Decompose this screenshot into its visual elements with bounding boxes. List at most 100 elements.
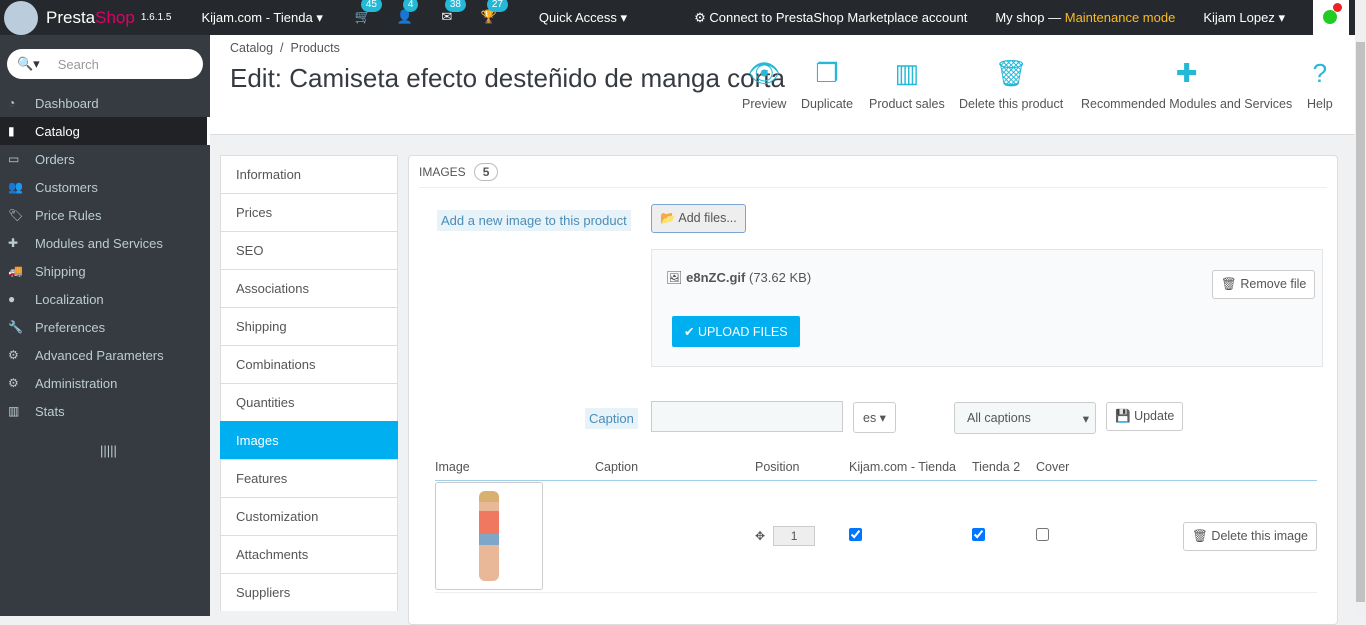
save-icon: 💾 <box>1115 409 1131 423</box>
tab-customization[interactable]: Customization <box>220 497 398 535</box>
sidebar-item-customers[interactable]: 👥 Customers <box>0 173 210 201</box>
cart-icon[interactable]: 🛒 45 <box>353 0 382 27</box>
tab-prices[interactable]: Prices <box>220 193 398 231</box>
update-button[interactable]: 💾 Update <box>1106 402 1184 431</box>
caret-icon: ▾ <box>1082 412 1089 426</box>
search-icon[interactable]: 🔍▾ <box>17 56 40 72</box>
shop-selector[interactable]: Kijam.com - Tienda ▾ <box>201 10 322 26</box>
quick-access-label: Quick Access <box>538 9 617 25</box>
cover-checkbox[interactable] <box>1036 528 1049 541</box>
trophy-icon[interactable]: 🏆 27 <box>479 0 508 27</box>
breadcrumb: Catalog / Products <box>230 41 340 55</box>
caption-input[interactable] <box>651 401 843 432</box>
sidebar-item-preferences[interactable]: 🔧 Preferences <box>0 313 210 341</box>
tab-images[interactable]: Images <box>220 421 398 459</box>
captions-select-value: All captions <box>967 411 1031 425</box>
sidebar-item-orders[interactable]: ▭ Orders <box>0 145 210 173</box>
orders-badge: 45 <box>360 0 382 12</box>
sidebar: 🔍▾ Search ◔ Dashboard ▮ Catalog ▭ Orders 👥 Custo… <box>0 35 210 616</box>
avatar[interactable] <box>1313 0 1349 35</box>
user-menu[interactable]: Kijam Lopez ▾ <box>1203 10 1285 26</box>
folder-icon: 📂 <box>660 211 676 225</box>
search-input[interactable]: 🔍▾ Search <box>7 49 203 79</box>
sidebar-item-advanced-parameters[interactable]: ⚙ Advanced Parameters <box>0 341 210 369</box>
sidebar-item-label: Catalog <box>35 123 80 139</box>
language-select[interactable]: es ▾ <box>853 402 896 433</box>
col-shop2: Tienda 2 <box>972 454 1036 481</box>
tab-combinations[interactable]: Combinations <box>220 345 398 383</box>
delete-image-button[interactable]: 🗑 Delete this image <box>1183 521 1317 551</box>
recommended-modules-button[interactable]: ✚ Recommended Modules and Services <box>1081 59 1292 111</box>
sidebar-item-stats[interactable]: ▥ Stats <box>0 397 210 425</box>
sidebar-item-shipping[interactable]: 🚚 Shipping <box>0 257 210 285</box>
messages-badge: 38 <box>444 0 466 12</box>
tab-suppliers[interactable]: Suppliers <box>220 573 398 611</box>
sidebar-item-administration[interactable]: ⚙ Administration <box>0 369 210 397</box>
cogs-icon: ⚙ <box>8 348 19 362</box>
envelope-icon[interactable]: ✉ 38 <box>437 0 466 27</box>
upload-queue: 🖼 e8nZC.gif (73.62 KB) 🗑 Remove file ✔ U… <box>651 249 1323 367</box>
add-files-button[interactable]: 📂 Add files... <box>651 204 746 233</box>
eye-icon: 👁 <box>747 58 781 88</box>
images-panel: IMAGES 5 Add a new image to this product … <box>408 155 1338 625</box>
tab-associations[interactable]: Associations <box>220 269 398 307</box>
sidebar-item-catalog[interactable]: ▮ Catalog <box>0 117 210 145</box>
remove-file-label: Remove file <box>1240 277 1307 291</box>
my-shop-link: My shop <box>995 10 1045 25</box>
sidebar-item-dashboard[interactable]: ◔ Dashboard <box>0 89 210 117</box>
puzzle-icon: ✚ <box>8 236 19 250</box>
tab-seo[interactable]: SEO <box>220 231 398 269</box>
breadcrumb-catalog[interactable]: Catalog <box>230 41 273 55</box>
delete-image-label: Delete this image <box>1211 528 1308 543</box>
tab-information[interactable]: Information <box>220 155 398 193</box>
sidebar-item-price-rules[interactable]: 🏷 Price Rules <box>0 201 210 229</box>
sidebar-item-label: Modules and Services <box>35 235 163 251</box>
dash: — <box>1048 10 1062 25</box>
remove-file-button[interactable]: 🗑 Remove file <box>1212 270 1316 299</box>
captions-select[interactable]: All captions ▾ <box>954 402 1096 434</box>
connect-marketplace[interactable]: ⚙ Connect to PrestaShop Marketplace acco… <box>694 10 967 26</box>
recommended-label: Recommended Modules and Services <box>1081 97 1293 111</box>
breadcrumb-products[interactable]: Products <box>290 41 339 55</box>
product-sales-label: Product sales <box>869 97 945 111</box>
tab-features[interactable]: Features <box>220 459 398 497</box>
tab-shipping[interactable]: Shipping <box>220 307 398 345</box>
scrollbar-thumb[interactable] <box>1356 42 1365 602</box>
delete-product-button[interactable]: 🗑 Delete this product <box>959 59 1063 111</box>
trash-icon: 🗑 <box>1192 528 1208 543</box>
position-value: 1 <box>773 526 816 546</box>
prestashop-logo[interactable] <box>4 0 38 35</box>
tab-quantities[interactable]: Quantities <box>220 383 398 421</box>
sidebar-item-modules-and-services[interactable]: ✚ Modules and Services <box>0 229 210 257</box>
shop1-checkbox[interactable] <box>849 528 862 541</box>
image-thumbnail[interactable] <box>435 482 543 590</box>
drag-handle-icon[interactable]: ✥ <box>755 529 765 543</box>
shop-status[interactable]: My shop — Maintenance mode <box>995 10 1175 25</box>
duplicate-button[interactable]: ❐ Duplicate <box>801 59 853 111</box>
sidebar-item-label: Localization <box>35 291 104 307</box>
queued-file: 🖼 e8nZC.gif (73.62 KB) <box>666 270 811 286</box>
table-row: ✥ 1 🗑 Delete this image <box>435 480 1317 593</box>
user-icon[interactable]: 👤 4 <box>395 0 419 27</box>
upload-files-button[interactable]: ✔ UPLOAD FILES <box>672 316 800 347</box>
file-name: e8nZC.gif <box>686 270 746 285</box>
row-caption <box>595 480 755 593</box>
help-button[interactable]: ? Help <box>1307 59 1333 111</box>
puzzle-icon: ✚ <box>1175 58 1198 88</box>
brand-b: Shop <box>95 7 135 27</box>
col-cover: Cover <box>1036 454 1092 481</box>
collapse-menu-icon[interactable]: ||||| <box>100 443 210 458</box>
product-tabs: Information Prices SEO Associations Shipping… <box>220 155 398 611</box>
update-label: Update <box>1134 409 1175 423</box>
tab-attachments[interactable]: Attachments <box>220 535 398 573</box>
sidebar-item-label: Dashboard <box>35 95 99 111</box>
add-files-label: Add files... <box>678 211 737 225</box>
quick-access[interactable]: Quick Access ▾ <box>539 10 627 26</box>
shop2-checkbox[interactable] <box>972 528 985 541</box>
scrollbar[interactable] <box>1355 0 1366 616</box>
sidebar-item-localization[interactable]: ● Localization <box>0 285 210 313</box>
sidebar-item-label: Orders <box>35 151 75 167</box>
product-sales-button[interactable]: ▥ Product sales <box>869 59 945 111</box>
preview-button[interactable]: 👁 Preview <box>742 59 786 111</box>
bar-chart-icon: ▥ <box>894 58 920 88</box>
